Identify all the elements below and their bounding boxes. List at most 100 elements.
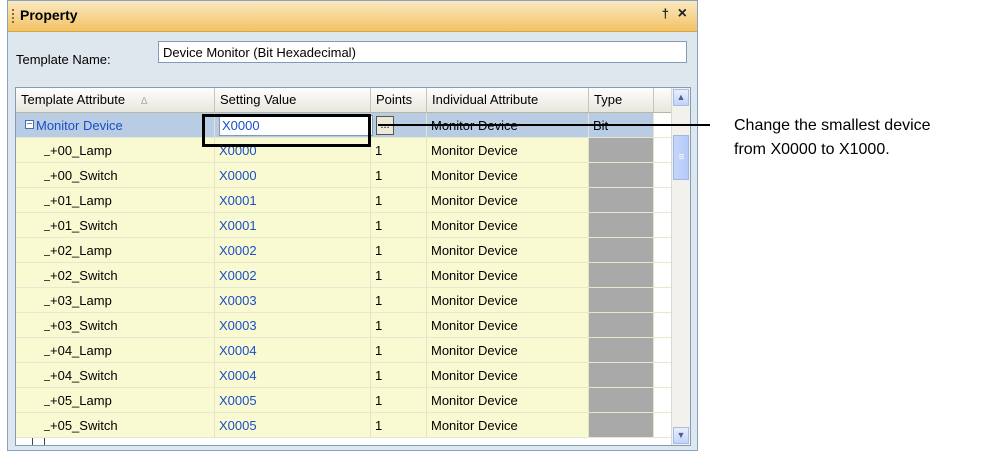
- column-header-type[interactable]: Type: [589, 88, 654, 112]
- blank-cell: [654, 138, 672, 163]
- individual-attribute-cell: Monitor Device: [427, 138, 589, 163]
- attribute-label: +01_Lamp: [44, 188, 112, 213]
- scroll-up-icon[interactable]: ▲: [673, 89, 689, 106]
- type-cell: [589, 138, 654, 163]
- points-cell: 1: [371, 288, 427, 313]
- type-cell: [589, 163, 654, 188]
- setting-value-cell[interactable]: X0005: [215, 388, 371, 413]
- points-cell: 1: [371, 163, 427, 188]
- table-row[interactable]: +00_Switch X0000 1 Monitor Device: [16, 163, 672, 188]
- blank-cell: [654, 213, 672, 238]
- template-attribute-cell: +03_Lamp: [16, 288, 215, 313]
- blank-cell: [654, 388, 672, 413]
- attribute-label: +01_Switch: [44, 213, 118, 238]
- blank-cell: [654, 238, 672, 263]
- individual-attribute-cell: Monitor Device: [427, 238, 589, 263]
- callout-leader-line: [378, 124, 710, 126]
- blank-cell: [654, 363, 672, 388]
- table-row[interactable]: +04_Lamp X0004 1 Monitor Device: [16, 338, 672, 363]
- template-name-label: Template Name:: [16, 52, 111, 67]
- setting-value-cell[interactable]: X0004: [215, 338, 371, 363]
- setting-value-cell[interactable]: X0003: [215, 313, 371, 338]
- points-cell: 1: [371, 313, 427, 338]
- column-header-setting-value[interactable]: Setting Value: [215, 88, 371, 112]
- type-cell: [589, 388, 654, 413]
- drag-grip-icon[interactable]: [12, 9, 14, 23]
- attribute-text: +03_Lamp: [50, 293, 112, 308]
- template-attribute-cell: − Monitor Device: [16, 113, 215, 138]
- table-row[interactable]: +03_Switch X0003 1 Monitor Device: [16, 313, 672, 338]
- type-cell: [589, 288, 654, 313]
- close-icon[interactable]: ×: [678, 5, 687, 23]
- collapse-icon[interactable]: −: [25, 120, 34, 130]
- individual-attribute-cell: Monitor Device: [427, 313, 589, 338]
- attribute-text: +04_Switch: [50, 368, 118, 383]
- annotation-text: Change the smallest device from X0000 to…: [734, 114, 994, 162]
- individual-attribute-cell: Monitor Device: [427, 388, 589, 413]
- setting-value-cell[interactable]: X0004: [215, 363, 371, 388]
- template-attribute-cell: +04_Lamp: [16, 338, 215, 363]
- attribute-label: +00_Lamp: [44, 138, 112, 163]
- attribute-text: +05_Lamp: [50, 393, 112, 408]
- blank-cell: [654, 188, 672, 213]
- attribute-text: +05_Switch: [50, 418, 118, 433]
- individual-attribute-cell: Monitor Device: [427, 163, 589, 188]
- individual-attribute-cell: Monitor Device: [427, 288, 589, 313]
- attribute-text: +04_Lamp: [50, 343, 112, 358]
- column-header-label: Template Attribute: [21, 92, 126, 107]
- scroll-thumb[interactable]: [673, 135, 689, 180]
- setting-value-cell[interactable]: X0002: [215, 238, 371, 263]
- template-attribute-cell: +04_Switch: [16, 363, 215, 388]
- setting-value-cell[interactable]: X0001: [215, 188, 371, 213]
- setting-value-cell[interactable]: X0000: [215, 163, 371, 188]
- blank-cell: [654, 338, 672, 363]
- template-attribute-cell: +01_Switch: [16, 213, 215, 238]
- blank-cell: [654, 413, 672, 438]
- attribute-text: +01_Lamp: [50, 193, 112, 208]
- table-row[interactable]: +01_Lamp X0001 1 Monitor Device: [16, 188, 672, 213]
- template-attribute-cell: +00_Switch: [16, 163, 215, 188]
- individual-attribute-cell: Monitor Device: [427, 188, 589, 213]
- attribute-label: +00_Switch: [44, 163, 118, 188]
- individual-attribute-cell: Monitor Device: [427, 213, 589, 238]
- template-attribute-cell: +02_Switch: [16, 263, 215, 288]
- points-cell: 1: [371, 263, 427, 288]
- attribute-label: +04_Switch: [44, 363, 118, 388]
- annotation-line-1: Change the smallest device: [734, 117, 931, 134]
- template-attribute-cell: +05_Switch: [16, 413, 215, 438]
- individual-attribute-cell: Monitor Device: [427, 263, 589, 288]
- table-row[interactable]: +04_Switch X0004 1 Monitor Device: [16, 363, 672, 388]
- column-header-template-attribute[interactable]: Template Attribute ∆: [16, 88, 215, 112]
- scroll-down-icon[interactable]: ▼: [673, 427, 689, 444]
- pin-icon[interactable]: †: [662, 6, 669, 21]
- template-name-input[interactable]: [158, 41, 687, 63]
- individual-attribute-cell: Monitor Device: [427, 338, 589, 363]
- table-row[interactable]: +05_Switch X0005 1 Monitor Device: [16, 413, 672, 438]
- table-row[interactable]: +03_Lamp X0003 1 Monitor Device: [16, 288, 672, 313]
- table-row[interactable]: +02_Switch X0002 1 Monitor Device: [16, 263, 672, 288]
- setting-value-cell[interactable]: X0002: [215, 263, 371, 288]
- setting-value-cell[interactable]: X0001: [215, 213, 371, 238]
- attribute-label: +04_Lamp: [44, 338, 112, 363]
- table-row[interactable]: +02_Lamp X0002 1 Monitor Device: [16, 238, 672, 263]
- template-attribute-cell: +00_Lamp: [16, 138, 215, 163]
- column-header-individual-attribute[interactable]: Individual Attribute: [427, 88, 589, 112]
- points-cell: 1: [371, 188, 427, 213]
- vertical-scrollbar[interactable]: ▲ ▼: [671, 88, 690, 445]
- panel-title: Property: [20, 7, 78, 23]
- attribute-label: +03_Lamp: [44, 288, 112, 313]
- template-attribute-cell: +02_Lamp: [16, 238, 215, 263]
- table-row[interactable]: +01_Switch X0001 1 Monitor Device: [16, 213, 672, 238]
- setting-value-cell[interactable]: X0003: [215, 288, 371, 313]
- column-header-points[interactable]: Points: [371, 88, 427, 112]
- points-cell: 1: [371, 338, 427, 363]
- type-cell: [589, 363, 654, 388]
- template-attribute-cell: +05_Lamp: [16, 388, 215, 413]
- attribute-text: +02_Lamp: [50, 243, 112, 258]
- points-cell: 1: [371, 238, 427, 263]
- attribute-text: +02_Switch: [50, 268, 118, 283]
- setting-value-cell[interactable]: X0005: [215, 413, 371, 438]
- type-cell: [589, 313, 654, 338]
- table-row[interactable]: +05_Lamp X0005 1 Monitor Device: [16, 388, 672, 413]
- attribute-text: +00_Lamp: [50, 143, 112, 158]
